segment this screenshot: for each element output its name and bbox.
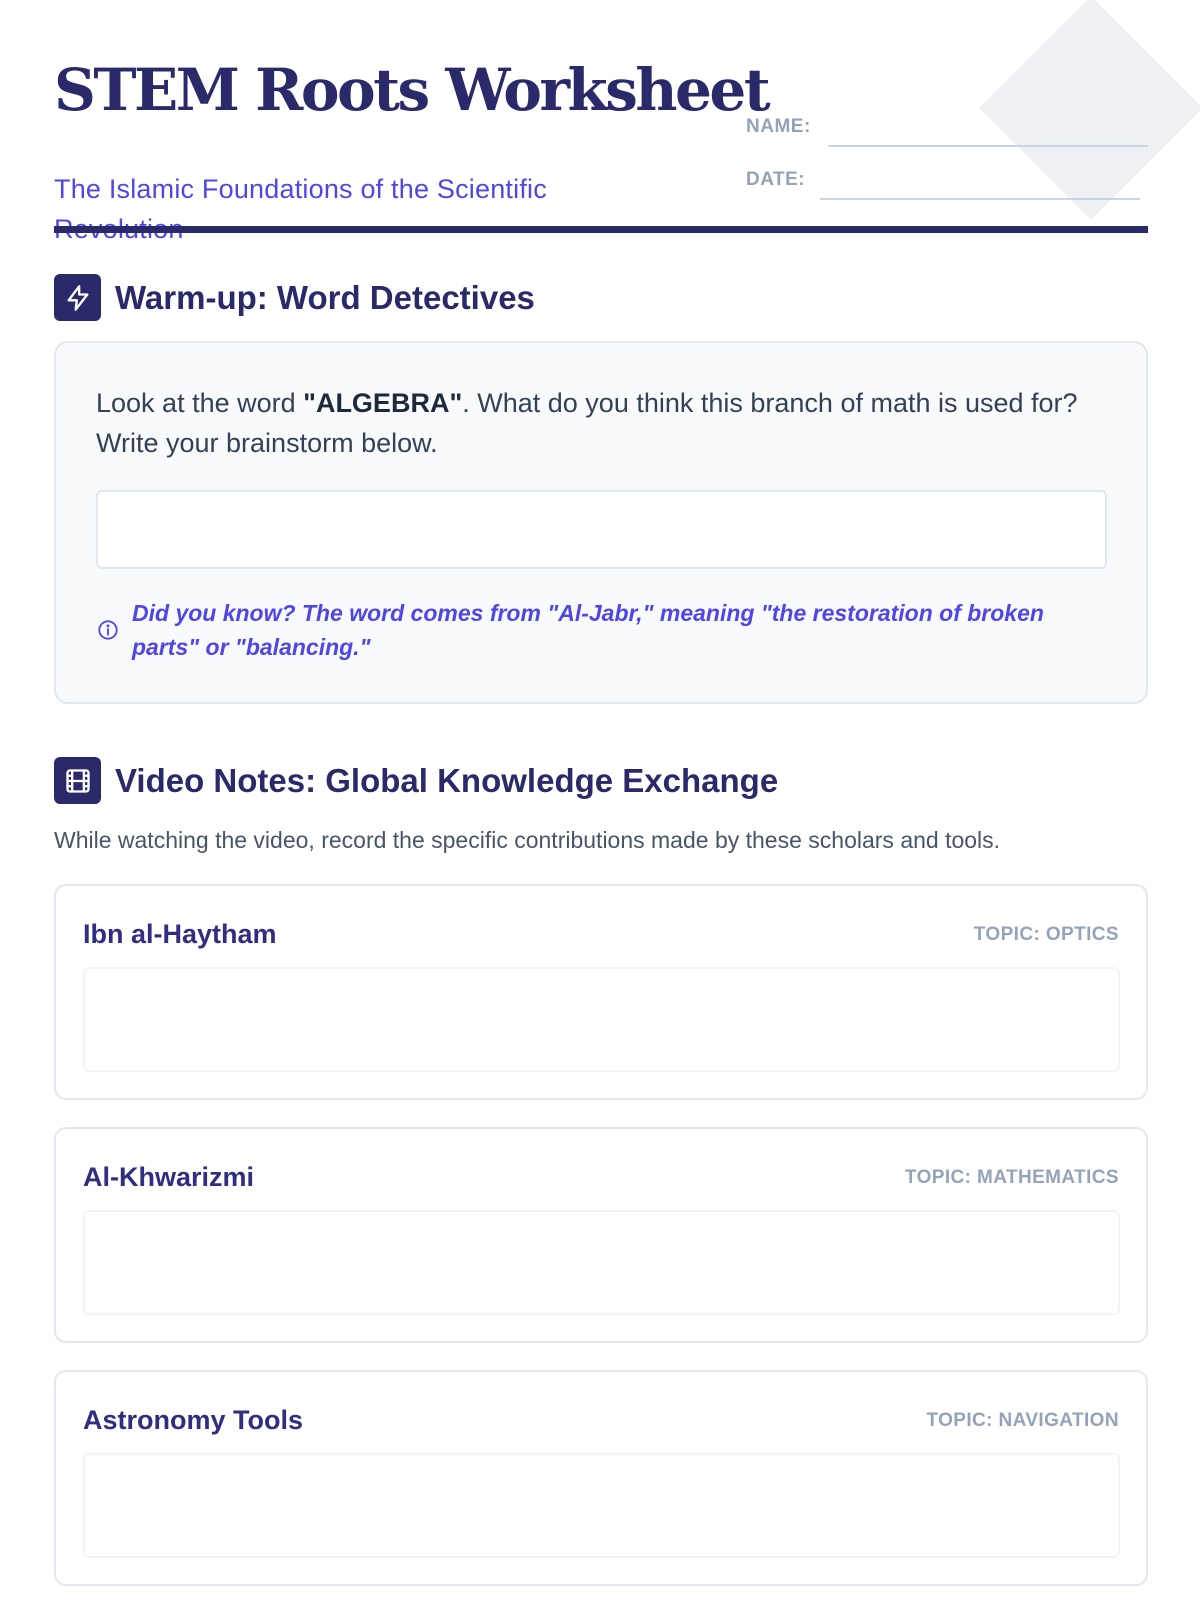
scholar-card-ibn-al-haytham: Ibn al-Haytham TOPIC: OPTICS: [54, 884, 1148, 1100]
did-you-know-fact: Did you know? The word comes from "Al-Ja…: [132, 600, 1044, 660]
film-icon: [54, 757, 101, 804]
name-field[interactable]: [828, 145, 1148, 147]
scholar-notes-input[interactable]: [83, 1210, 1120, 1315]
video-section-header: Video Notes: Global Knowledge Exchange: [54, 757, 1148, 805]
lightning-icon: [54, 274, 101, 321]
scholar-name: Al-Khwarizmi: [83, 1162, 255, 1192]
scholar-name: Ibn al-Haytham: [83, 919, 277, 949]
page-subtitle: The Islamic Foundations of the Scientifi…: [54, 174, 547, 244]
date-label: DATE:: [746, 169, 806, 190]
warmup-prompt-before: Look at the word: [96, 388, 304, 418]
scholar-topic: TOPIC: OPTICS: [973, 924, 1119, 945]
scholar-notes-input[interactable]: [83, 967, 1120, 1072]
header-divider: [54, 226, 1148, 233]
scholar-card-al-khwarizmi: Al-Khwarizmi TOPIC: MATHEMATICS: [54, 1127, 1148, 1343]
scholar-card-astronomy-tools: Astronomy Tools TOPIC: NAVIGATION: [54, 1370, 1148, 1586]
date-field[interactable]: [820, 198, 1140, 200]
video-title: Video Notes: Global Knowledge Exchange: [115, 762, 779, 799]
warmup-title: Warm-up: Word Detectives: [115, 279, 535, 316]
page-title: STEM Roots Worksheet: [54, 56, 771, 124]
info-icon: [98, 620, 118, 640]
scholar-name: Astronomy Tools: [83, 1405, 304, 1435]
worksheet-header: STEM Roots Worksheet The Islamic Foundat…: [54, 52, 1148, 244]
warmup-section-header: Warm-up: Word Detectives: [54, 274, 1148, 322]
warmup-card: Look at the word "ALGEBRA". What do you …: [54, 341, 1148, 704]
scholar-topic: TOPIC: MATHEMATICS: [904, 1167, 1119, 1188]
name-label: NAME:: [746, 116, 811, 137]
video-instructions: While watching the video, record the spe…: [54, 827, 1001, 853]
scholar-topic: TOPIC: NAVIGATION: [926, 1410, 1119, 1431]
scholar-notes-input[interactable]: [83, 1453, 1120, 1558]
brainstorm-input[interactable]: [96, 490, 1107, 569]
warmup-prompt: Look at the word "ALGEBRA". What do you …: [96, 383, 1096, 463]
warmup-keyword: "ALGEBRA": [303, 388, 463, 418]
